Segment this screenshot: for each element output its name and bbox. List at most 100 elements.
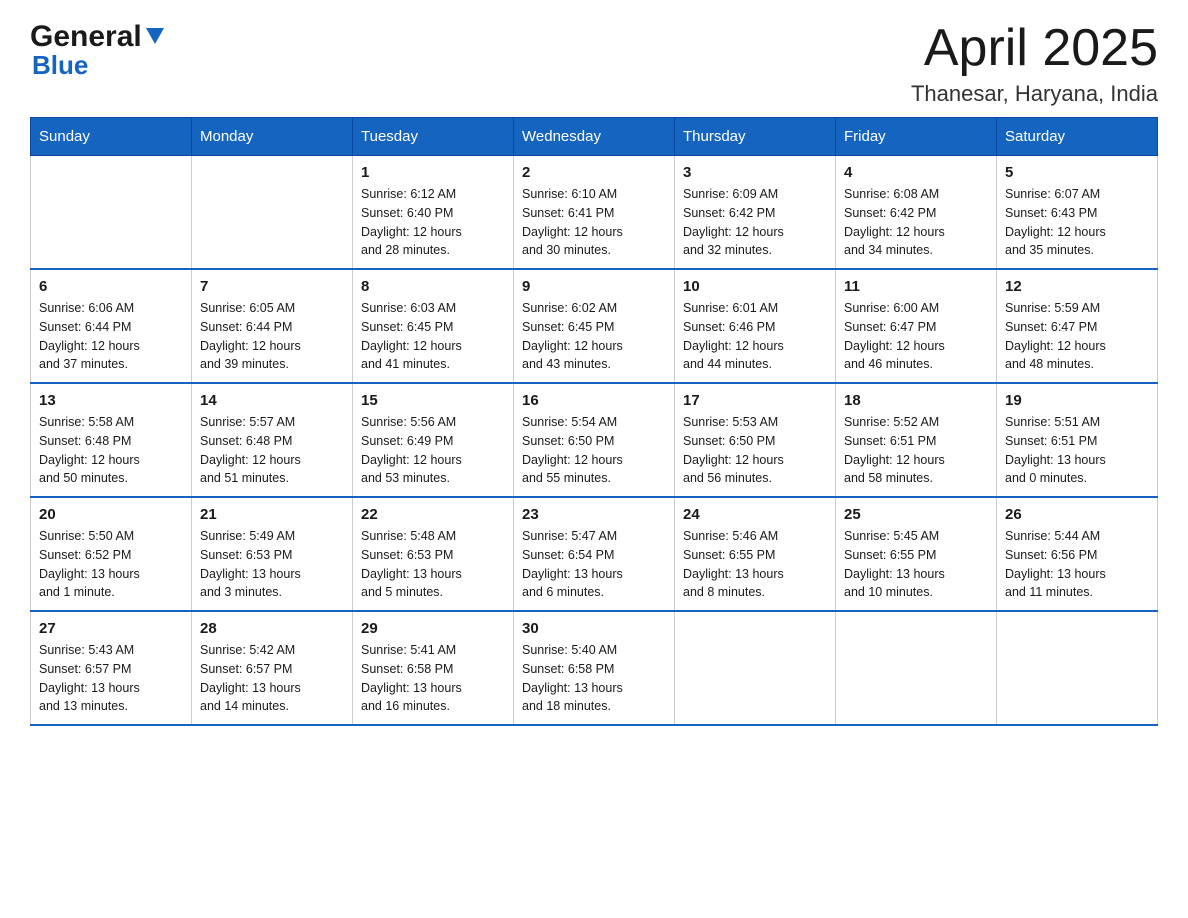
calendar-cell [675, 611, 836, 725]
day-number: 16 [522, 392, 666, 409]
calendar-week-row: 6Sunrise: 6:06 AM Sunset: 6:44 PM Daylig… [31, 269, 1158, 383]
calendar-week-row: 20Sunrise: 5:50 AM Sunset: 6:52 PM Dayli… [31, 497, 1158, 611]
day-number: 28 [200, 620, 344, 637]
day-info: Sunrise: 5:47 AM Sunset: 6:54 PM Dayligh… [522, 527, 666, 602]
calendar-cell: 26Sunrise: 5:44 AM Sunset: 6:56 PM Dayli… [997, 497, 1158, 611]
page-header: General Blue April 2025 Thanesar, Haryan… [30, 20, 1158, 107]
calendar-cell [31, 156, 192, 270]
calendar-cell: 19 Sunrise: 5:51 AM Sunset: 6:51 PM Dayli… [997, 383, 1158, 497]
title-block: April 2025 Thanesar, Haryana, India [911, 20, 1158, 107]
day-number: 2 [522, 164, 666, 181]
day-number: 1 [361, 164, 505, 181]
day-number: 24 [683, 506, 827, 523]
calendar-cell: 5 Sunrise: 6:07 AM Sunset: 6:43 PM Daylig… [997, 156, 1158, 270]
day-info: Sunrise: 6:00 AM Sunset: 6:47 PM Dayligh… [844, 299, 988, 374]
day-info: Sunrise: 6:12 AM Sunset: 6:40 PM Dayligh… [361, 185, 505, 260]
day-info: Sunrise: 5:48 AM Sunset: 6:53 PM Dayligh… [361, 527, 505, 602]
day-info: Sunrise: 6:03 AM Sunset: 6:45 PM Dayligh… [361, 299, 505, 374]
column-header-wednesday: Wednesday [514, 118, 675, 156]
day-number: 12 [1005, 278, 1149, 295]
day-number: 7 [200, 278, 344, 295]
calendar-cell [836, 611, 997, 725]
day-number: 22 [361, 506, 505, 523]
column-header-sunday: Sunday [31, 118, 192, 156]
calendar-cell: 30 Sunrise: 5:40 AM Sunset: 6:58 PM Dayli… [514, 611, 675, 725]
calendar-cell: 21Sunrise: 5:49 AM Sunset: 6:53 PM Dayli… [192, 497, 353, 611]
calendar-cell [192, 156, 353, 270]
calendar-cell: 28 Sunrise: 5:42 AM Sunset: 6:57 PM Dayli… [192, 611, 353, 725]
calendar-cell: 2Sunrise: 6:10 AM Sunset: 6:41 PM Daylig… [514, 156, 675, 270]
column-header-friday: Friday [836, 118, 997, 156]
calendar-cell: 20Sunrise: 5:50 AM Sunset: 6:52 PM Dayli… [31, 497, 192, 611]
calendar-cell: 18 Sunrise: 5:52 AM Sunset: 6:51 PM Dayli… [836, 383, 997, 497]
logo-triangle-icon [144, 24, 166, 46]
calendar-cell: 14Sunrise: 5:57 AM Sunset: 6:48 PM Dayli… [192, 383, 353, 497]
day-info: Sunrise: 5:57 AM Sunset: 6:48 PM Dayligh… [200, 413, 344, 488]
calendar-cell: 13 Sunrise: 5:58 AM Sunset: 6:48 PM Dayli… [31, 383, 192, 497]
day-number: 6 [39, 278, 183, 295]
day-info: Sunrise: 5:59 AM Sunset: 6:47 PM Dayligh… [1005, 299, 1149, 374]
day-info: Sunrise: 5:49 AM Sunset: 6:53 PM Dayligh… [200, 527, 344, 602]
day-info: Sunrise: 5:50 AM Sunset: 6:52 PM Dayligh… [39, 527, 183, 602]
column-header-monday: Monday [192, 118, 353, 156]
day-info: Sunrise: 5:56 AM Sunset: 6:49 PM Dayligh… [361, 413, 505, 488]
calendar-cell [997, 611, 1158, 725]
day-number: 4 [844, 164, 988, 181]
calendar-cell: 29Sunrise: 5:41 AM Sunset: 6:58 PM Dayli… [353, 611, 514, 725]
day-number: 13 [39, 392, 183, 409]
calendar-week-row: 1 Sunrise: 6:12 AM Sunset: 6:40 PM Daylig… [31, 156, 1158, 270]
day-info: Sunrise: 6:01 AM Sunset: 6:46 PM Dayligh… [683, 299, 827, 374]
logo: General Blue [30, 20, 166, 81]
day-info: Sunrise: 5:43 AM Sunset: 6:57 PM Dayligh… [39, 641, 183, 716]
column-header-thursday: Thursday [675, 118, 836, 156]
day-info: Sunrise: 5:52 AM Sunset: 6:51 PM Dayligh… [844, 413, 988, 488]
day-number: 3 [683, 164, 827, 181]
calendar-cell: 11 Sunrise: 6:00 AM Sunset: 6:47 PM Dayli… [836, 269, 997, 383]
calendar-cell: 9Sunrise: 6:02 AM Sunset: 6:45 PM Daylig… [514, 269, 675, 383]
calendar-cell: 3 Sunrise: 6:09 AM Sunset: 6:42 PM Daylig… [675, 156, 836, 270]
day-number: 11 [844, 278, 988, 295]
day-number: 25 [844, 506, 988, 523]
logo-general-text: General [30, 20, 142, 54]
logo-blue-text: Blue [32, 50, 88, 80]
day-info: Sunrise: 5:44 AM Sunset: 6:56 PM Dayligh… [1005, 527, 1149, 602]
calendar-week-row: 27 Sunrise: 5:43 AM Sunset: 6:57 PM Dayli… [31, 611, 1158, 725]
day-info: Sunrise: 5:54 AM Sunset: 6:50 PM Dayligh… [522, 413, 666, 488]
calendar-cell: 7Sunrise: 6:05 AM Sunset: 6:44 PM Daylig… [192, 269, 353, 383]
day-number: 10 [683, 278, 827, 295]
day-info: Sunrise: 5:45 AM Sunset: 6:55 PM Dayligh… [844, 527, 988, 602]
calendar-cell: 12 Sunrise: 5:59 AM Sunset: 6:47 PM Dayli… [997, 269, 1158, 383]
day-number: 9 [522, 278, 666, 295]
calendar-cell: 1 Sunrise: 6:12 AM Sunset: 6:40 PM Daylig… [353, 156, 514, 270]
calendar-week-row: 13 Sunrise: 5:58 AM Sunset: 6:48 PM Dayli… [31, 383, 1158, 497]
calendar-cell: 23 Sunrise: 5:47 AM Sunset: 6:54 PM Dayli… [514, 497, 675, 611]
day-number: 18 [844, 392, 988, 409]
calendar-cell: 8 Sunrise: 6:03 AM Sunset: 6:45 PM Daylig… [353, 269, 514, 383]
day-number: 5 [1005, 164, 1149, 181]
calendar-cell: 25 Sunrise: 5:45 AM Sunset: 6:55 PM Dayli… [836, 497, 997, 611]
calendar-cell: 22 Sunrise: 5:48 AM Sunset: 6:53 PM Dayli… [353, 497, 514, 611]
day-number: 23 [522, 506, 666, 523]
page-title: April 2025 [911, 20, 1158, 77]
day-info: Sunrise: 6:09 AM Sunset: 6:42 PM Dayligh… [683, 185, 827, 260]
day-info: Sunrise: 5:58 AM Sunset: 6:48 PM Dayligh… [39, 413, 183, 488]
day-number: 19 [1005, 392, 1149, 409]
calendar-cell: 16 Sunrise: 5:54 AM Sunset: 6:50 PM Dayli… [514, 383, 675, 497]
day-info: Sunrise: 5:53 AM Sunset: 6:50 PM Dayligh… [683, 413, 827, 488]
day-number: 8 [361, 278, 505, 295]
column-header-saturday: Saturday [997, 118, 1158, 156]
day-info: Sunrise: 5:51 AM Sunset: 6:51 PM Dayligh… [1005, 413, 1149, 488]
calendar-cell: 15Sunrise: 5:56 AM Sunset: 6:49 PM Dayli… [353, 383, 514, 497]
page-subtitle: Thanesar, Haryana, India [911, 81, 1158, 107]
calendar-cell: 27 Sunrise: 5:43 AM Sunset: 6:57 PM Dayli… [31, 611, 192, 725]
day-number: 27 [39, 620, 183, 637]
calendar-cell: 17Sunrise: 5:53 AM Sunset: 6:50 PM Dayli… [675, 383, 836, 497]
calendar-table: SundayMondayTuesdayWednesdayThursdayFrid… [30, 117, 1158, 726]
calendar-cell: 6Sunrise: 6:06 AM Sunset: 6:44 PM Daylig… [31, 269, 192, 383]
day-number: 30 [522, 620, 666, 637]
day-info: Sunrise: 5:46 AM Sunset: 6:55 PM Dayligh… [683, 527, 827, 602]
day-info: Sunrise: 6:07 AM Sunset: 6:43 PM Dayligh… [1005, 185, 1149, 260]
day-info: Sunrise: 5:40 AM Sunset: 6:58 PM Dayligh… [522, 641, 666, 716]
day-info: Sunrise: 5:42 AM Sunset: 6:57 PM Dayligh… [200, 641, 344, 716]
calendar-cell: 10 Sunrise: 6:01 AM Sunset: 6:46 PM Dayli… [675, 269, 836, 383]
